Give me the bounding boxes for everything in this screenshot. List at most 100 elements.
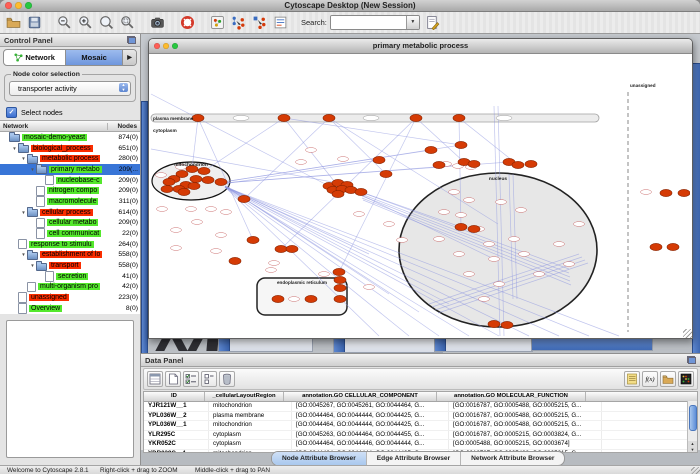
- tree-expander-icon[interactable]: ▼: [29, 167, 36, 172]
- graph-node[interactable]: [650, 243, 662, 250]
- graph-node[interactable]: [161, 185, 173, 192]
- tree-row[interactable]: ▼establishment of lo558(0): [0, 250, 140, 261]
- column-header[interactable]: annotation.GO CELLULAR_COMPONENT: [284, 392, 437, 401]
- graph-node[interactable]: [355, 188, 367, 195]
- search-input[interactable]: [331, 16, 406, 29]
- graph-node[interactable]: [286, 245, 298, 252]
- graph-node[interactable]: [373, 156, 385, 163]
- table-row[interactable]: YPL036W__2plasma membrane[GO:0044464, GO…: [144, 412, 697, 422]
- minimized-window[interactable]: [141, 101, 148, 355]
- function-builder-icon[interactable]: f(x): [642, 371, 658, 387]
- select-nodes-checkbox[interactable]: ✓: [6, 107, 17, 118]
- graph-node[interactable]: [305, 295, 317, 302]
- tab-edge-attribute-browser[interactable]: Edge Attribute Browser: [366, 452, 460, 465]
- graph-node[interactable]: [215, 178, 227, 185]
- graph-node[interactable]: [275, 245, 287, 252]
- graph-node[interactable]: [488, 320, 500, 327]
- table-row[interactable]: YLR295Ccytoplasm[GO:0045263, GO:0044464,…: [144, 431, 697, 441]
- float-panel-icon[interactable]: [687, 356, 696, 364]
- column-header[interactable]: _cellularLayoutRegion: [205, 392, 284, 401]
- graph-node[interactable]: [333, 268, 345, 275]
- import-attribute-file-icon[interactable]: [660, 371, 676, 387]
- import-attributes-icon[interactable]: [249, 13, 269, 32]
- annotation-icon[interactable]: [270, 13, 290, 32]
- zoom-selected-icon[interactable]: [117, 13, 137, 32]
- table-row[interactable]: YKR052Ccytoplasm[GO:0044464, GO:0044446,…: [144, 440, 697, 450]
- minimized-window[interactable]: [692, 63, 700, 355]
- graph-node[interactable]: [202, 176, 214, 183]
- tree-row[interactable]: secretion41(0): [0, 271, 140, 282]
- graph-node[interactable]: [278, 114, 290, 121]
- tab-overflow-icon[interactable]: ▶: [122, 50, 136, 65]
- graph-node[interactable]: [272, 295, 284, 302]
- attribute-notes-icon[interactable]: [624, 371, 640, 387]
- graph-node[interactable]: [163, 178, 175, 185]
- tree-row[interactable]: Overview8(0): [0, 303, 140, 314]
- tree-expander-icon[interactable]: ▼: [29, 263, 36, 268]
- tree-row[interactable]: multi-organism pro42(0): [0, 282, 140, 293]
- tree-col-nodes[interactable]: Nodes: [107, 123, 137, 130]
- tab-node-attribute-browser[interactable]: Node Attribute Browser: [272, 452, 366, 465]
- graph-node[interactable]: [334, 295, 346, 302]
- app-resize-grip[interactable]: [691, 467, 700, 474]
- graph-node[interactable]: [512, 161, 524, 168]
- delete-attribute-icon[interactable]: [219, 371, 235, 387]
- minimized-window[interactable]: [333, 338, 443, 353]
- tree-expander-icon[interactable]: ▼: [11, 146, 18, 151]
- graph-node[interactable]: [425, 146, 437, 153]
- graph-node[interactable]: [455, 141, 467, 148]
- tree-row[interactable]: ▼cellular process614(0): [0, 207, 140, 218]
- snapshot-icon[interactable]: [147, 13, 167, 32]
- table-row[interactable]: YPL036W__1mitochondrion[GO:0044464, GO:0…: [144, 421, 697, 431]
- graph-node[interactable]: [468, 160, 480, 167]
- tree-row[interactable]: nucleobase-c209(0): [0, 175, 140, 186]
- tree-row[interactable]: ▼transport558(0): [0, 260, 140, 271]
- column-header[interactable]: [586, 392, 697, 401]
- graph-node[interactable]: [455, 223, 467, 230]
- graph-node[interactable]: [192, 114, 204, 121]
- tab-network-attribute-browser[interactable]: Network Attribute Browser: [460, 452, 564, 465]
- tree-row[interactable]: unassigned223(0): [0, 292, 140, 303]
- tree-col-network[interactable]: Network: [3, 123, 28, 130]
- graph-node[interactable]: [501, 321, 513, 328]
- graph-node[interactable]: [332, 190, 344, 197]
- graph-node[interactable]: [433, 161, 445, 168]
- unselect-attributes-icon[interactable]: [201, 371, 217, 387]
- save-session-button[interactable]: [24, 13, 44, 32]
- graph-node[interactable]: [323, 114, 335, 121]
- zoom-in-icon[interactable]: [75, 13, 95, 32]
- graph-node[interactable]: [178, 188, 190, 195]
- tree-row[interactable]: cell communicat22(0): [0, 228, 140, 239]
- table-row[interactable]: YJR121W__1mitochondrion[GO:0045267, GO:0…: [144, 402, 697, 412]
- scrollbar-thumb[interactable]: [689, 405, 697, 431]
- graph-node[interactable]: [525, 160, 537, 167]
- graph-node[interactable]: [247, 236, 259, 243]
- help-lifesaver-icon[interactable]: [177, 13, 197, 32]
- tree-row[interactable]: cellular metabo209(0): [0, 218, 140, 229]
- graph-node[interactable]: [660, 189, 672, 196]
- zoom-actual-icon[interactable]: [96, 13, 116, 32]
- advanced-search-icon[interactable]: [423, 13, 443, 32]
- tree-row[interactable]: nitrogen compo209(0): [0, 185, 140, 196]
- minimized-window[interactable]: [218, 337, 313, 352]
- graph-node[interactable]: [334, 276, 346, 283]
- column-header[interactable]: ID: [144, 392, 205, 401]
- node-color-select[interactable]: transporter activity ▲▼: [9, 81, 131, 96]
- new-attribute-icon[interactable]: [165, 371, 181, 387]
- attribute-matrix-icon[interactable]: [678, 371, 694, 387]
- graph-node[interactable]: [667, 243, 679, 250]
- network-overview-icon[interactable]: [207, 13, 227, 32]
- window-resize-grip[interactable]: [683, 329, 692, 338]
- app-titlebar[interactable]: Cytoscape Desktop (New Session): [0, 0, 700, 12]
- column-header[interactable]: annotation.GO MOLECULAR_FUNCTION: [437, 392, 586, 401]
- scrollbar-arrows[interactable]: ▲▼: [687, 441, 697, 452]
- minimized-window[interactable]: [434, 337, 533, 352]
- float-panel-icon[interactable]: [127, 36, 136, 44]
- tree-row[interactable]: macromolecule311(0): [0, 196, 140, 207]
- tree-expander-icon[interactable]: ▼: [20, 252, 27, 257]
- network-canvas[interactable]: plasma membranecytoplasmmitochondrionnuc…: [149, 54, 692, 338]
- graph-node[interactable]: [188, 182, 200, 189]
- graph-node[interactable]: [190, 175, 202, 182]
- tab-network[interactable]: Network: [4, 50, 65, 65]
- zoom-out-icon[interactable]: [54, 13, 74, 32]
